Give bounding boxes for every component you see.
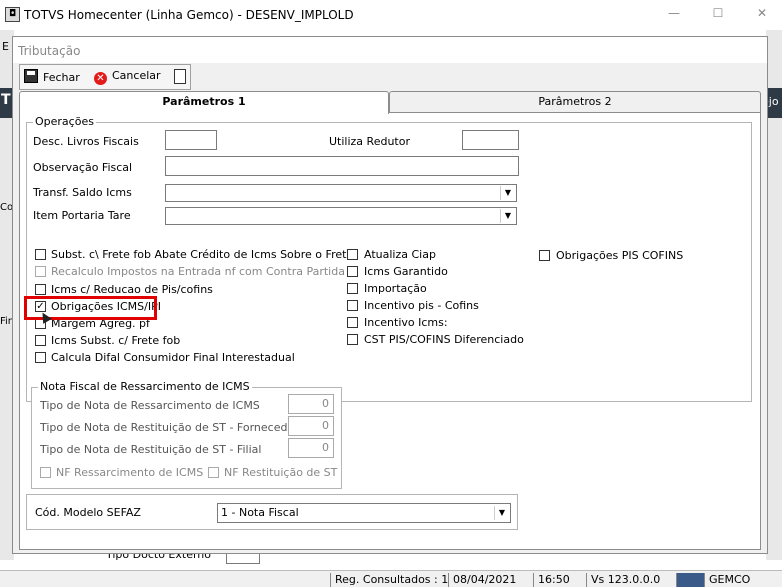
checkbox[interactable] (347, 334, 358, 345)
cb-atualiza-ciap[interactable]: Atualiza Ciap (347, 248, 547, 262)
cb-obrigacoes-pis-cofins[interactable]: Obrigações PIS COFINS (539, 249, 719, 263)
checkbox-label: Icms Subst. c/ Frete fob (51, 334, 181, 347)
tab-parametros-2[interactable]: Parâmetros 2 (389, 91, 761, 112)
cb-nf-ressarcimento: NF Ressarcimento de ICMS (40, 466, 204, 480)
item-portaria-label: Item Portaria Tare (33, 209, 131, 222)
new-document-icon[interactable] (174, 69, 186, 84)
operacoes-legend: Operações (33, 115, 96, 128)
checkbox-label: Atualiza Ciap (364, 248, 436, 261)
checkbox-label: Incentivo Icms: (364, 316, 448, 329)
nf-row-label: Tipo de Nota de Restituição de ST - Fili… (40, 443, 262, 456)
nf-row-label: Tipo de Nota de Ressarcimento de ICMS (40, 399, 260, 412)
app-title-bar: ◘ TOTVS Homecenter (Linha Gemco) - DESEN… (0, 0, 782, 30)
checkbox[interactable] (347, 283, 358, 294)
cb-subst-frete-fob[interactable]: Subst. c\ Frete fob Abate Crédito de Icm… (35, 248, 355, 262)
transf-saldo-label: Transf. Saldo Icms (33, 186, 132, 199)
checkbox[interactable] (347, 249, 358, 260)
dialog-toolbar: Fechar ✕ Cancelar (19, 64, 191, 90)
checkbox-label: Importação (364, 282, 427, 295)
checkbox-label: Calcula Difal Consumidor Final Interesta… (51, 351, 295, 364)
checkbox[interactable] (35, 284, 46, 295)
status-version: Vs 123.0.0.0 (586, 573, 669, 587)
cancel-x-icon: ✕ (94, 72, 107, 85)
status-date: 08/04/2021 (448, 573, 528, 587)
cb-icms-subst-frete[interactable]: Icms Subst. c/ Frete fob (35, 334, 355, 348)
cb-icms-garantido[interactable]: Icms Garantido (347, 265, 547, 279)
nf-ressarcimento-input[interactable]: 0 (288, 394, 334, 414)
tab-parametros-1[interactable]: Parâmetros 1 (19, 91, 389, 114)
status-time: 16:50 (533, 573, 578, 587)
bg-letter: T (1, 92, 11, 108)
checkbox-label: Incentivo pis - Cofins (364, 299, 479, 312)
checkbox[interactable] (35, 249, 46, 260)
dialog-title: Tributação (18, 44, 81, 58)
cb-icms-reducao-pis[interactable]: Icms c/ Reducao de Pis/cofins (35, 283, 355, 297)
cb-recalculo-impostos: Recalculo Impostos na Entrada nf com Con… (35, 265, 355, 279)
item-portaria-select[interactable]: ▼ (165, 207, 517, 225)
cb-importacao[interactable]: Importação (347, 282, 547, 296)
nf-restituicao-fornecedor-input[interactable]: 0 (288, 416, 334, 436)
minimize-icon[interactable]: — (664, 6, 684, 22)
maximize-icon[interactable]: ☐ (708, 6, 728, 22)
cb-cst-pis-cofins[interactable]: CST PIS/COFINS Diferenciado (347, 333, 547, 347)
chevron-down-icon[interactable]: ▼ (500, 186, 515, 200)
checkbox-label: NF Ressarcimento de ICMS (56, 466, 204, 479)
checkbox (208, 467, 219, 478)
app-icon: ◘ (5, 7, 20, 22)
utiliza-redutor-input[interactable] (462, 130, 519, 150)
close-icon[interactable]: ✕ (752, 6, 772, 22)
status-regs: Reg. Consultados : 1 (330, 573, 448, 587)
save-disk-icon (24, 69, 38, 83)
desc-livros-label: Desc. Livros Fiscais (33, 135, 139, 148)
operacoes-group: Operações Desc. Livros Fiscais Utiliza R… (24, 115, 752, 489)
nf-row-label: Tipo de Nota de Restituição de ST - Forn… (40, 421, 299, 434)
status-bar: Reg. Consultados : 1 08/04/2021 16:50 Vs… (0, 570, 782, 587)
checkbox-label: NF Restituição de ST (224, 466, 338, 479)
checkbox-label: Obrigações PIS COFINS (556, 249, 684, 262)
checkbox[interactable] (35, 335, 46, 346)
dialog-title-bar: Tributação (13, 37, 767, 63)
checkbox-label: Subst. c\ Frete fob Abate Crédito de Icm… (51, 248, 354, 261)
chevron-down-icon[interactable]: ▼ (500, 209, 515, 223)
bg-letter: E (2, 40, 9, 53)
checkbox[interactable] (35, 352, 46, 363)
tributacao-dialog: Tributação Fechar ✕ Cancelar Parâmetros 1… (12, 36, 768, 554)
tab-panel: Operações Desc. Livros Fiscais Utiliza R… (19, 112, 761, 550)
status-globe-icon (676, 573, 705, 587)
checkbox-label: CST PIS/COFINS Diferenciado (364, 333, 524, 346)
checkbox-label: Icms c/ Reducao de Pis/cofins (51, 283, 213, 296)
nf-ressarcimento-legend: Nota Fiscal de Ressarcimento de ICMS (38, 380, 252, 393)
nf-ressarcimento-group: Nota Fiscal de Ressarcimento de ICMS Tip… (31, 380, 342, 489)
checkbox[interactable] (347, 266, 358, 277)
checkbox-label: Recalculo Impostos na Entrada nf com Con… (51, 265, 345, 278)
chevron-down-icon[interactable]: ▼ (494, 506, 509, 520)
status-user: GEMCO (704, 573, 769, 587)
observacao-input[interactable] (165, 156, 519, 176)
cb-calcula-difal[interactable]: Calcula Difal Consumidor Final Interesta… (35, 351, 355, 365)
sefaz-select[interactable]: 1 - Nota Fiscal ▼ (217, 503, 511, 523)
app-title: TOTVS Homecenter (Linha Gemco) - DESENV_… (24, 8, 354, 22)
desc-livros-input[interactable] (165, 130, 217, 150)
checkbox[interactable] (347, 300, 358, 311)
cb-incentivo-pis-cofins[interactable]: Incentivo pis - Cofins (347, 299, 547, 313)
close-button-label: Fechar (43, 71, 80, 84)
checkbox[interactable] (347, 317, 358, 328)
transf-saldo-select[interactable]: ▼ (165, 184, 517, 202)
checkbox (40, 467, 51, 478)
nf-restituicao-filial-input[interactable]: 0 (288, 438, 334, 458)
checkbox-label: Icms Garantido (364, 265, 448, 278)
cancel-button[interactable]: ✕ Cancelar (94, 69, 161, 85)
checkbox (35, 266, 46, 277)
checkbox[interactable] (539, 250, 550, 261)
cancel-button-label: Cancelar (112, 69, 161, 82)
cb-nf-restituicao: NF Restituição de ST (208, 466, 338, 480)
sefaz-value: 1 - Nota Fiscal (221, 506, 299, 519)
sefaz-label: Cód. Modelo SEFAZ (35, 506, 141, 519)
close-button[interactable]: Fechar (24, 69, 80, 85)
sefaz-group: Cód. Modelo SEFAZ 1 - Nota Fiscal ▼ (26, 494, 518, 530)
utiliza-redutor-label: Utiliza Redutor (329, 135, 410, 148)
observacao-label: Observação Fiscal (33, 161, 133, 174)
cb-incentivo-icms[interactable]: Incentivo Icms: (347, 316, 547, 330)
